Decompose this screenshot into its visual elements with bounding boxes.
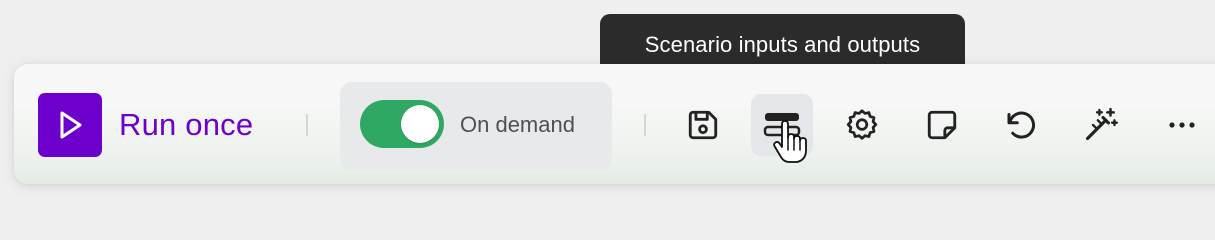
save-icon: [688, 110, 718, 140]
toolbar-divider: [306, 114, 308, 136]
run-once-button[interactable]: Run once: [38, 93, 253, 157]
more-button[interactable]: [1151, 94, 1213, 156]
more-icon: [1169, 122, 1195, 128]
magic-wand-button[interactable]: [1070, 94, 1132, 156]
save-button[interactable]: [672, 94, 734, 156]
notes-button[interactable]: [911, 94, 973, 156]
toolbar-divider: [644, 114, 646, 136]
settings-icon: [846, 109, 878, 140]
toggle-knob: [401, 105, 439, 143]
tooltip-text: Scenario inputs and outputs: [644, 32, 921, 57]
play-icon: [38, 93, 102, 157]
run-once-label: Run once: [119, 107, 254, 142]
history-button[interactable]: [990, 94, 1052, 156]
schedule-control: On demand: [340, 82, 612, 170]
schedule-toggle[interactable]: [360, 100, 444, 148]
history-icon: [1007, 111, 1035, 139]
notes-icon: [927, 110, 957, 140]
settings-button[interactable]: [831, 94, 893, 156]
magic-wand-icon: [1085, 107, 1119, 141]
schedule-label[interactable]: On demand: [460, 112, 575, 138]
hand-cursor-icon: [773, 120, 807, 163]
scenario-toolbar: Run once On demand: [14, 64, 1215, 184]
